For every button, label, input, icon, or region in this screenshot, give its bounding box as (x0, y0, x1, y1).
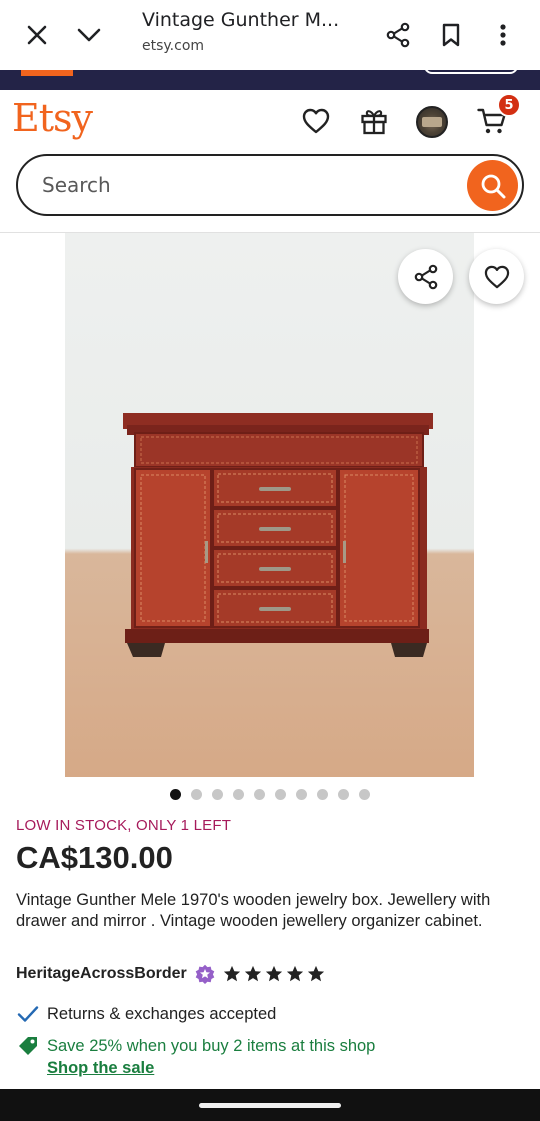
image-carousel-dots (170, 789, 370, 800)
close-icon[interactable] (17, 15, 57, 55)
favorite-button[interactable] (469, 249, 524, 304)
browser-toolbar: Vintage Gunther M... etsy.com (0, 0, 540, 70)
search-icon (481, 174, 505, 198)
gift-icon[interactable] (357, 104, 391, 138)
returns-text: Returns & exchanges accepted (47, 1004, 277, 1023)
carousel-dot[interactable] (275, 789, 286, 800)
promo-button[interactable] (424, 70, 518, 74)
shop-the-sale-link[interactable]: Shop the sale (47, 1059, 154, 1078)
share-icon[interactable] (378, 15, 418, 55)
more-vert-icon[interactable] (483, 15, 523, 55)
product-image[interactable] (65, 233, 474, 777)
jewelry-cabinet-illustration (123, 413, 433, 657)
product-description: Vintage Gunther Mele 1970's wooden jewel… (16, 891, 491, 930)
sale-text: Save 25% when you buy 2 items at this sh… (47, 1036, 376, 1055)
stock-notice: LOW IN STOCK, ONLY 1 LEFT (16, 817, 232, 834)
carousel-dot[interactable] (359, 789, 370, 800)
carousel-dot[interactable] (170, 789, 181, 800)
seller-row: HeritageAcrossBorder (16, 962, 325, 986)
carousel-dot[interactable] (191, 789, 202, 800)
carousel-dot[interactable] (296, 789, 307, 800)
bookmark-icon[interactable] (431, 15, 471, 55)
carousel-dot[interactable] (212, 789, 223, 800)
account-avatar[interactable] (416, 106, 448, 138)
system-nav-bar (0, 1089, 540, 1121)
tag-icon (16, 1034, 40, 1058)
chevron-down-icon[interactable] (69, 15, 109, 55)
promo-accent (21, 70, 73, 76)
returns-perk: Returns & exchanges accepted (16, 1002, 276, 1026)
star-icon (223, 965, 240, 982)
star-icon (286, 965, 303, 982)
carousel-dot[interactable] (233, 789, 244, 800)
star-icon (307, 965, 324, 982)
carousel-dot[interactable] (317, 789, 328, 800)
share-icon (414, 264, 437, 289)
star-icon (265, 965, 282, 982)
page-url[interactable]: etsy.com (142, 38, 204, 54)
site-header: Etsy 5 (0, 90, 540, 152)
favorites-heart-icon[interactable] (299, 104, 333, 138)
home-gesture-handle[interactable] (199, 1103, 341, 1108)
search-input[interactable] (42, 170, 442, 200)
promo-banner (0, 70, 540, 90)
seller-name[interactable]: HeritageAcrossBorder (16, 965, 187, 983)
page-title[interactable]: Vintage Gunther M... (142, 9, 339, 31)
checkmark-icon (16, 1002, 40, 1026)
cart-count-badge: 5 (497, 93, 521, 117)
rating-stars[interactable] (223, 965, 325, 983)
heart-icon (484, 265, 509, 288)
star-seller-icon (195, 964, 215, 984)
share-image-button[interactable] (398, 249, 453, 304)
carousel-dot[interactable] (254, 789, 265, 800)
search-bar (16, 154, 524, 216)
etsy-logo[interactable]: Etsy (12, 96, 93, 140)
product-price: CA$130.00 (16, 840, 173, 875)
carousel-dot[interactable] (338, 789, 349, 800)
sale-perk: Save 25% when you buy 2 items at this sh… (16, 1034, 375, 1058)
star-icon (244, 965, 261, 982)
search-button[interactable] (467, 160, 518, 211)
